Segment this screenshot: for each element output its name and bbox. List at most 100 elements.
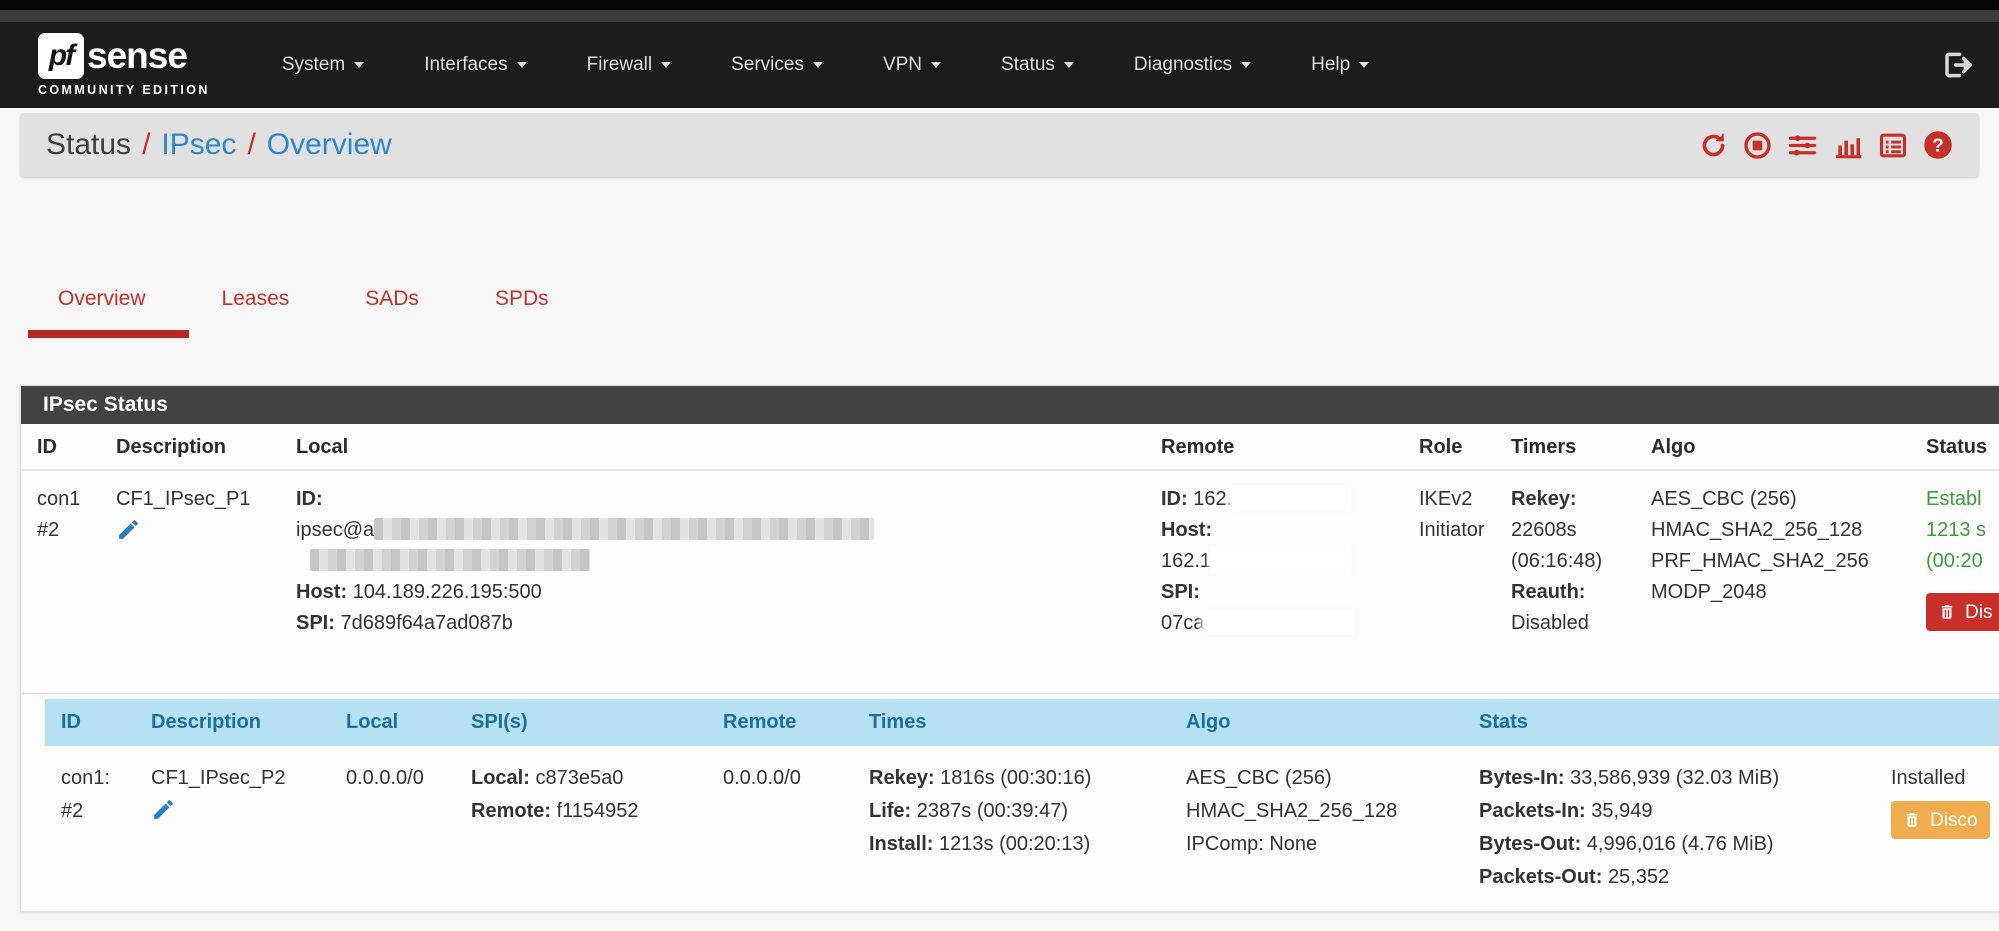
pfsense-logo[interactable]: pf sense COMMUNITY EDITION: [38, 33, 210, 97]
chevron-down-icon: [354, 62, 364, 68]
nav-item-firewall[interactable]: Firewall: [557, 22, 701, 108]
sliders-icon[interactable]: [1787, 131, 1818, 160]
chevron-down-icon: [1241, 62, 1251, 68]
nav-item-interfaces[interactable]: Interfaces: [394, 22, 556, 108]
cell-description: CF1_IPsec_P2: [135, 746, 330, 914]
cell-spis: Local: c873e5a0 Remote: f1154952: [455, 746, 707, 914]
cell-algo: AES_CBC (256) HMAC_SHA2_256_128 IPComp: …: [1170, 746, 1463, 914]
brand-name: sense: [87, 35, 187, 77]
nav-item-status[interactable]: Status: [971, 22, 1104, 108]
pf-logo-mark: pf: [38, 33, 84, 79]
col-header-algo: Algo: [1635, 424, 1910, 469]
trash-icon: [1903, 810, 1921, 830]
nav-item-label: Diagnostics: [1134, 54, 1232, 76]
brand-edition-label: COMMUNITY EDITION: [38, 83, 210, 97]
top-black-strip: [0, 0, 1999, 10]
ipsec-table-header-row: ID Description Local Remote Role Timers …: [21, 424, 1999, 471]
cell-status: Installed Disco: [1875, 746, 1999, 914]
edit-icon[interactable]: [151, 797, 176, 833]
tab-leases[interactable]: Leases: [184, 280, 328, 318]
chevron-down-icon: [661, 62, 671, 68]
nav-item-label: VPN: [883, 54, 922, 76]
panel-title: IPsec Status: [21, 386, 1999, 424]
nav-item-label: Firewall: [587, 54, 652, 76]
col-header-algo: Algo: [1170, 711, 1463, 734]
col-header-status: Status: [1910, 424, 1999, 469]
nav-item-label: Help: [1311, 54, 1350, 76]
nav-item-vpn[interactable]: VPN: [853, 22, 971, 108]
col-header-timers: Timers: [1495, 424, 1635, 469]
child-sa-table: ID Description Local SPI(s) Remote Times…: [45, 699, 1999, 914]
cell-id: con1 #2: [21, 471, 100, 693]
breadcrumb: Status / IPsec / Overview: [20, 113, 1979, 177]
cell-remote: ID: 162. Host: 162.1 SPI: 07ca: [1145, 471, 1403, 693]
nav-item-services[interactable]: Services: [701, 22, 853, 108]
col-header-remote: Remote: [707, 711, 853, 734]
cell-timers: Rekey: 22608s (06:16:48) Reauth: Disable…: [1495, 471, 1635, 693]
bar-chart-icon[interactable]: [1833, 131, 1863, 160]
col-header-description: Description: [135, 711, 330, 734]
tab-overview[interactable]: Overview: [20, 280, 184, 318]
cell-times: Rekey: 1816s (00:30:16) Life: 2387s (00:…: [853, 746, 1170, 914]
col-header-times: Times: [853, 711, 1170, 734]
breadcrumb-link-ipsec[interactable]: IPsec: [161, 128, 236, 162]
tab-sads[interactable]: SADs: [327, 280, 457, 318]
page-action-icons: ?: [1699, 130, 1953, 160]
cell-description: CF1_IPsec_P1: [100, 471, 280, 693]
disconnect-child-button[interactable]: Disco: [1891, 801, 1990, 839]
cell-role: IKEv2 Initiator: [1403, 471, 1495, 693]
col-header-local: Local: [280, 424, 1145, 469]
col-header-id: ID: [45, 711, 135, 734]
breadcrumb-separator: /: [142, 128, 150, 162]
main-menu: System Interfaces Firewall Services VPN …: [252, 22, 1399, 108]
cell-stats: Bytes-In: 33,586,939 (32.03 MiB) Packets…: [1463, 746, 1875, 914]
child-table-header-row: ID Description Local SPI(s) Remote Times…: [45, 699, 1999, 746]
nav-item-diagnostics[interactable]: Diagnostics: [1104, 22, 1281, 108]
chevron-down-icon: [813, 62, 823, 68]
chevron-down-icon: [517, 62, 527, 68]
redacted-blur: [310, 549, 590, 571]
cell-algo: AES_CBC (256) HMAC_SHA2_256_128 PRF_HMAC…: [1635, 471, 1910, 693]
cell-remote-subnet: 0.0.0.0/0: [707, 746, 853, 914]
cell-status: Establ 1213 s (00:20 Dis: [1910, 471, 1999, 693]
nav-item-label: System: [282, 54, 345, 76]
breadcrumb-link-overview[interactable]: Overview: [267, 128, 392, 162]
col-header-stats: Stats: [1463, 711, 1875, 734]
col-header-description: Description: [100, 424, 280, 469]
sign-out-icon[interactable]: [1941, 49, 1973, 81]
table-row: con1: #2 CF1_IPsec_P2 0.0.0.0/0 Local: c…: [45, 746, 1999, 914]
col-header-role: Role: [1403, 424, 1495, 469]
table-row: con1 #2 CF1_IPsec_P1 ID: ipsec@a Host: 1…: [21, 471, 1999, 694]
ipsec-status-panel: IPsec Status ID Description Local Remote…: [20, 385, 1999, 912]
redacted-box: [1211, 547, 1351, 573]
col-header-spis: SPI(s): [455, 711, 707, 734]
breadcrumb-separator: /: [247, 128, 255, 162]
col-header-remote: Remote: [1145, 424, 1403, 469]
status-established: Establ: [1926, 484, 1999, 515]
cell-local: ID: ipsec@a Host: 104.189.226.195:500 SP…: [280, 471, 1145, 693]
tab-spds[interactable]: SPDs: [457, 280, 587, 318]
nav-item-label: Services: [731, 54, 804, 76]
list-icon[interactable]: [1878, 131, 1908, 160]
breadcrumb-section: Status: [46, 128, 131, 162]
redacted-box: [1232, 485, 1350, 511]
top-navbar: pf sense COMMUNITY EDITION System Interf…: [0, 22, 1999, 108]
disconnect-button[interactable]: Dis: [1926, 593, 1999, 631]
chevron-down-icon: [931, 62, 941, 68]
cell-local-subnet: 0.0.0.0/0: [330, 746, 455, 914]
refresh-icon[interactable]: [1699, 131, 1728, 160]
edit-icon[interactable]: [116, 517, 141, 552]
nav-item-label: Interfaces: [424, 54, 507, 76]
nav-item-help[interactable]: Help: [1281, 22, 1399, 108]
nav-item-system[interactable]: System: [252, 22, 394, 108]
col-header-id: ID: [21, 424, 100, 469]
cell-id: con1: #2: [45, 746, 135, 914]
subnav-tabs: Overview Leases SADs SPDs: [20, 280, 587, 318]
redacted-box: [1204, 609, 1354, 635]
stop-circle-icon[interactable]: [1743, 131, 1772, 160]
svg-text:?: ?: [1932, 135, 1943, 156]
help-icon[interactable]: ?: [1923, 130, 1953, 160]
redacted-blur: [374, 518, 874, 540]
col-header-local: Local: [330, 711, 455, 734]
active-tab-indicator: [28, 330, 189, 338]
